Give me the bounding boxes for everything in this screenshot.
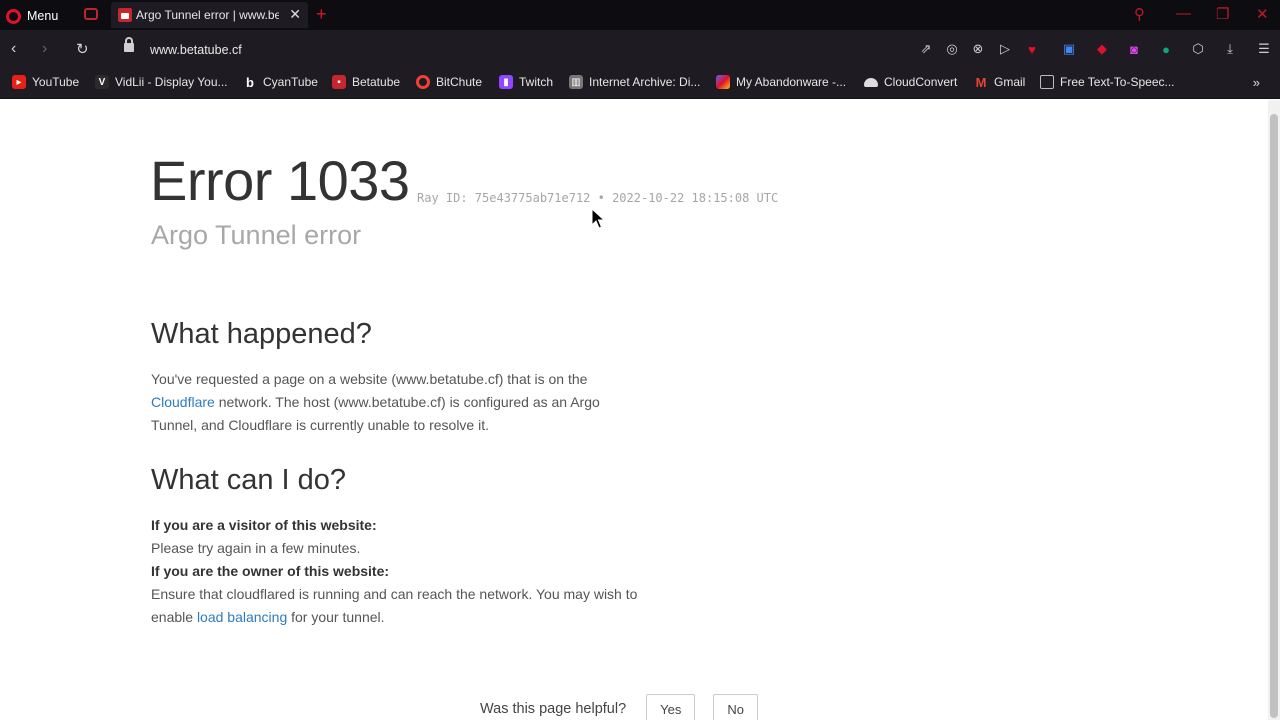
page-scrollbar[interactable] xyxy=(1268,100,1280,720)
bookmark-label: CyanTube xyxy=(263,75,318,89)
minimize-icon[interactable]: — xyxy=(1176,5,1191,22)
back-icon[interactable]: ‹ xyxy=(11,40,16,58)
download-icon[interactable]: ⤓ xyxy=(1222,41,1238,57)
heart-icon[interactable]: ♥ xyxy=(1024,41,1040,57)
new-tab-icon[interactable]: + xyxy=(316,4,327,25)
player-icon[interactable]: ▷ xyxy=(997,41,1013,57)
bookmark-youtube[interactable]: ▸ YouTube xyxy=(12,75,79,89)
youtube-icon: ▸ xyxy=(12,75,26,89)
bookmark-free-tts[interactable]: Free Text-To-Speec... xyxy=(1040,75,1175,89)
betatube-icon: ▪ xyxy=(332,75,346,89)
bookmark-twitch[interactable]: ▮ Twitch xyxy=(499,75,553,89)
load-balancing-link[interactable]: load balancing xyxy=(197,609,287,625)
extensions-cube-icon[interactable]: ⬡ xyxy=(1190,41,1206,57)
bookmark-label: My Abandonware -... xyxy=(736,75,847,89)
bookmark-bitchute[interactable]: BitChute xyxy=(416,75,482,89)
owner-text: Ensure that cloudflared is running and c… xyxy=(151,583,641,629)
bookmark-vidlii[interactable]: V VidLii - Display You... xyxy=(95,75,228,89)
twitch-icon: ▮ xyxy=(499,75,513,89)
error-code: Error 1033 xyxy=(150,149,410,212)
bookmark-cyantube[interactable]: b CyanTube xyxy=(243,75,318,90)
bookmark-label: Gmail xyxy=(994,75,1026,89)
abandonware-icon xyxy=(716,75,730,89)
gx-corner-icon[interactable] xyxy=(84,8,98,20)
close-window-icon[interactable]: ✕ xyxy=(1256,5,1269,23)
what-happened-text: You've requested a page on a website (ww… xyxy=(151,368,641,437)
what-happened-heading: What happened? xyxy=(151,318,372,350)
what-can-i-do-heading: What can I do? xyxy=(151,464,347,496)
share-icon[interactable]: ⇗ xyxy=(918,41,934,57)
restore-icon[interactable]: ❐ xyxy=(1216,5,1229,23)
bookmark-label: Internet Archive: Di... xyxy=(589,75,701,89)
bookmark-label: BitChute xyxy=(436,75,483,89)
bookmark-label: CloudConvert xyxy=(884,75,958,89)
bookmark-cloudconvert[interactable]: CloudConvert xyxy=(864,75,957,89)
bookmark-label: YouTube xyxy=(32,75,80,89)
url-input[interactable] xyxy=(150,41,850,59)
gmail-icon: M xyxy=(975,74,987,90)
scrollbar-thumb[interactable] xyxy=(1270,114,1278,718)
cyantube-icon: b xyxy=(243,75,257,90)
bookmark-label: Twitch xyxy=(519,75,554,89)
extension-green-icon[interactable]: ● xyxy=(1158,41,1174,57)
error-subtitle: Argo Tunnel error xyxy=(151,220,362,250)
bookmark-label: Betatube xyxy=(352,75,401,89)
snapshot-icon[interactable]: ◎ xyxy=(944,41,960,57)
tab-favicon-icon xyxy=(118,8,132,22)
bookmark-my-abandonware[interactable]: My Abandonware -... xyxy=(716,75,846,89)
bookmarks-bar: ▸ YouTube V VidLii - Display You... b Cy… xyxy=(0,68,1280,99)
page-content: Error 1033 Ray ID: 75e43775ab71e712 • 20… xyxy=(0,100,1268,720)
tts-icon xyxy=(1040,75,1054,89)
vidlii-icon: V xyxy=(95,75,109,89)
browser-menu-button[interactable]: Menu xyxy=(6,7,58,25)
mouse-cursor-icon xyxy=(591,208,605,229)
cloudflare-link[interactable]: Cloudflare xyxy=(151,394,215,410)
owner-label: If you are the owner of this website: xyxy=(151,563,390,579)
extension-red-icon[interactable]: ◆ xyxy=(1094,41,1110,57)
forward-icon[interactable]: › xyxy=(42,40,47,58)
bookmark-betatube[interactable]: ▪ Betatube xyxy=(332,75,400,89)
reload-icon[interactable]: ↻ xyxy=(76,40,89,58)
feedback-no-button[interactable]: No xyxy=(713,694,759,720)
archive-icon: ▥ xyxy=(569,75,583,89)
bookmark-internet-archive[interactable]: ▥ Internet Archive: Di... xyxy=(569,75,700,89)
translate-icon[interactable]: ▣ xyxy=(1061,41,1077,57)
cloud-icon xyxy=(864,77,878,87)
feedback-bar: Was this page helpful? Yes No xyxy=(480,694,759,720)
adblock-icon[interactable]: ⊗ xyxy=(970,41,986,57)
tab-active[interactable]: Argo Tunnel error | www.betatube.cf ✕ xyxy=(111,2,308,28)
bookmark-gmail[interactable]: M Gmail xyxy=(974,74,1026,90)
address-bar: ‹ › ↻ ⇗ ◎ ⊗ ▷ ♥ ▣ ◆ ◙ ● ⬡ ⤓ ☰ xyxy=(0,30,1280,68)
owner-text-2: for your tunnel. xyxy=(287,609,385,625)
what-happened-text-1: You've requested a page on a website (ww… xyxy=(151,371,588,387)
bookmark-label: VidLii - Display You... xyxy=(115,75,228,89)
feedback-question: Was this page helpful? xyxy=(480,701,627,717)
visitor-label: If you are a visitor of this website: xyxy=(151,517,377,533)
tab-title: Argo Tunnel error | www.betatube.cf xyxy=(136,8,279,22)
ray-id: Ray ID: 75e43775ab71e712 • 2022-10-22 18… xyxy=(417,191,779,205)
what-can-i-do-text: If you are a visitor of this website: Pl… xyxy=(151,514,641,629)
bitchute-icon xyxy=(416,75,430,89)
bookmark-label: Free Text-To-Speec... xyxy=(1060,75,1175,89)
easy-setup-icon[interactable]: ☰ xyxy=(1256,41,1272,57)
extension-instagram-icon[interactable]: ◙ xyxy=(1126,41,1142,57)
feedback-yes-button[interactable]: Yes xyxy=(646,694,696,720)
lock-icon xyxy=(124,37,134,52)
tab-close-icon[interactable]: ✕ xyxy=(289,6,301,23)
browser-titlebar: Menu Argo Tunnel error | www.betatube.cf… xyxy=(0,0,1280,30)
visitor-text: Please try again in a few minutes. xyxy=(151,540,361,556)
what-happened-text-2: network. The host (www.betatube.cf) is c… xyxy=(151,394,600,433)
opera-logo-icon xyxy=(6,8,21,24)
menu-label: Menu xyxy=(27,9,59,23)
bookmarks-more-icon[interactable]: » xyxy=(1253,75,1260,90)
search-icon[interactable]: ⚲ xyxy=(1134,5,1145,23)
